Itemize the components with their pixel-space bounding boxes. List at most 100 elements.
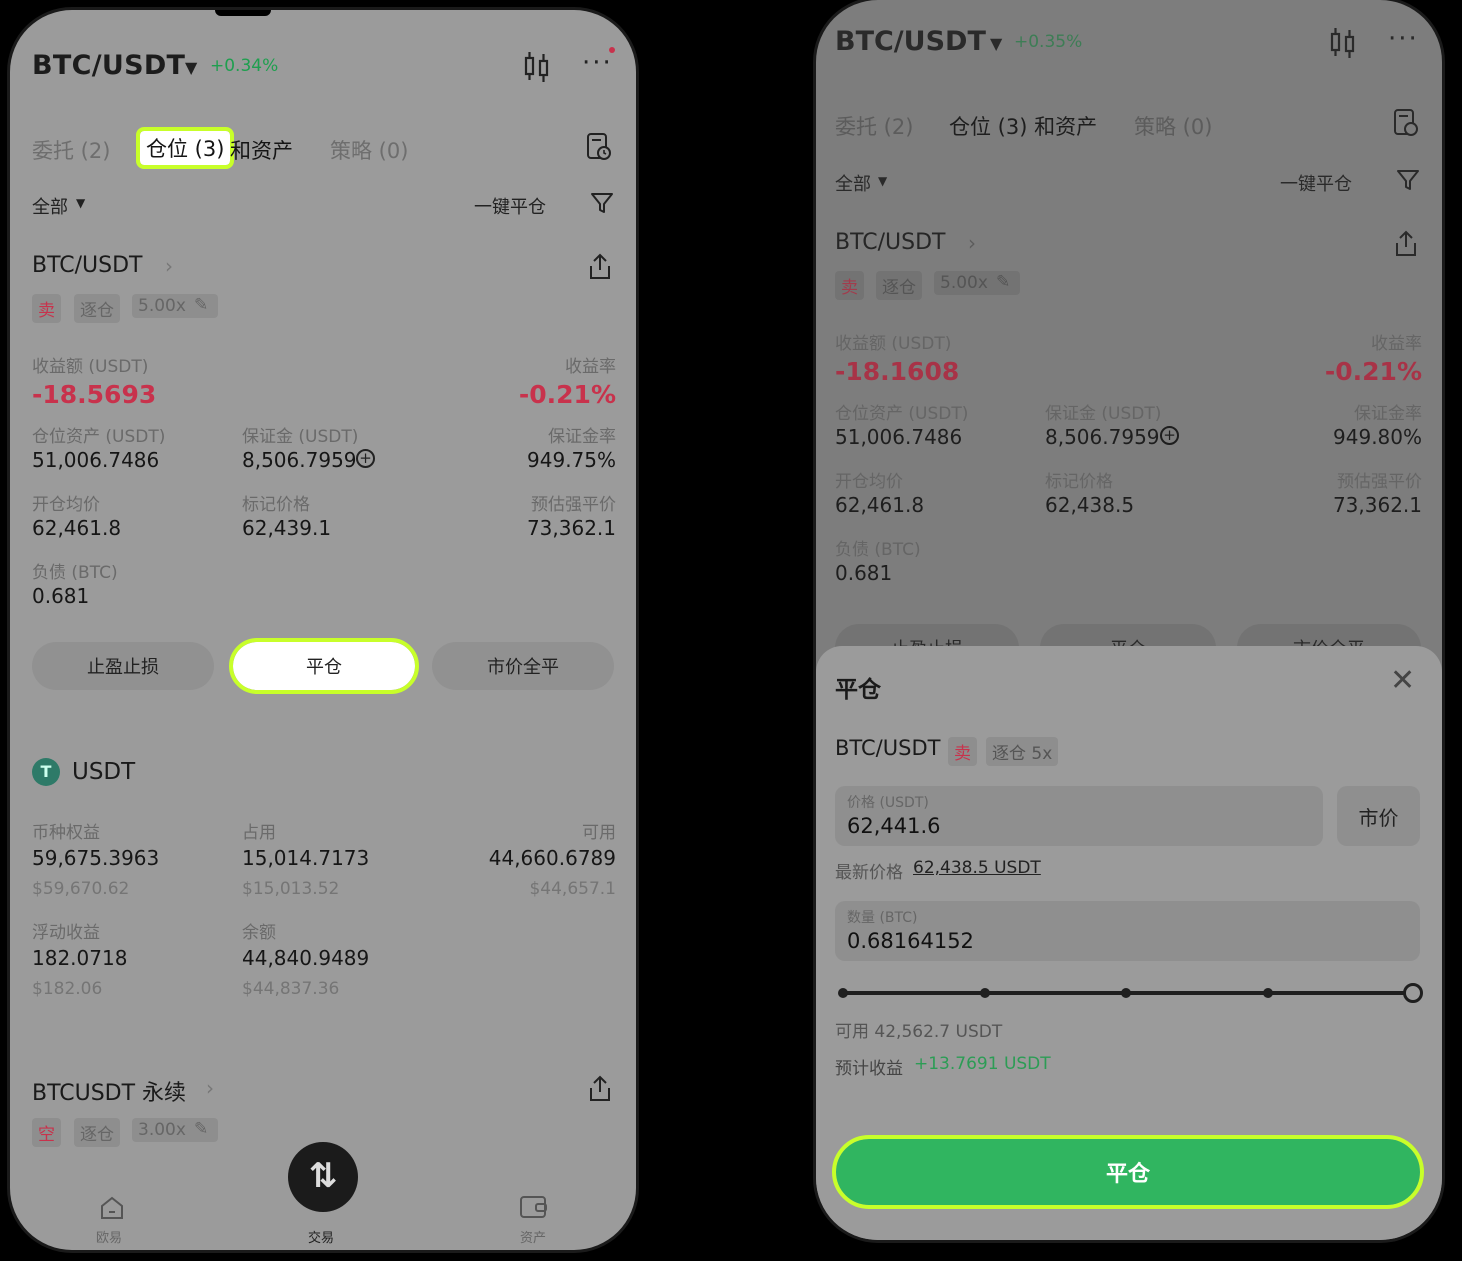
- mark-price-value: 62,439.1: [242, 516, 332, 540]
- edit-icon[interactable]: ✎: [194, 1119, 208, 1139]
- mark-price-value: 62,438.5: [1045, 493, 1135, 517]
- margin-value: 8,506.7959: [1045, 425, 1160, 449]
- share-icon[interactable]: [588, 253, 612, 281]
- filter-icon[interactable]: [1396, 168, 1420, 192]
- caret-down-icon[interactable]: ▼: [878, 174, 887, 188]
- nav-assets-label[interactable]: 资产: [520, 1227, 546, 1246]
- wallet-icon[interactable]: [518, 1192, 550, 1220]
- perp-side-tag: 空: [32, 1118, 61, 1147]
- quantity-input[interactable]: 数量 (BTC) 0.68164152: [835, 901, 1420, 961]
- history-icon[interactable]: [585, 132, 613, 162]
- tab-assets[interactable]: 和资产: [230, 135, 293, 165]
- tab-strategy[interactable]: 策略 (0): [330, 135, 408, 165]
- slider-step-50[interactable]: [1121, 988, 1131, 998]
- price-label: 价格 (USDT): [847, 795, 929, 811]
- chevron-right-icon[interactable]: ›: [968, 231, 976, 255]
- nav-home-label[interactable]: 欧易: [96, 1227, 122, 1246]
- close-icon[interactable]: ✕: [1390, 666, 1415, 696]
- notification-dot-icon: [609, 47, 615, 53]
- filter-all[interactable]: 全部: [32, 193, 68, 219]
- usdt-name[interactable]: USDT: [72, 759, 135, 785]
- share-icon[interactable]: [1394, 230, 1418, 258]
- tab-orders[interactable]: 委托 (2): [32, 135, 110, 165]
- margin-mode-tag: 逐仓: [876, 271, 922, 300]
- assets-value: 51,006.7486: [32, 448, 160, 472]
- balance-value: 44,840.9489: [242, 946, 370, 970]
- pnl-label: 收益额 (USDT): [835, 334, 952, 354]
- edit-icon[interactable]: ✎: [194, 295, 208, 315]
- slider-step-0[interactable]: [838, 988, 848, 998]
- chevron-right-icon[interactable]: ›: [206, 1076, 214, 1100]
- pair-title[interactable]: BTC/USDT: [835, 26, 986, 57]
- liq-price-value: 73,362.1: [1332, 493, 1422, 517]
- liq-price-label: 预估强平价: [1337, 472, 1422, 492]
- notch: [215, 10, 271, 16]
- share-icon[interactable]: [588, 1075, 612, 1103]
- tab-strategy[interactable]: 策略 (0): [1134, 111, 1212, 141]
- occupied-label: 占用: [242, 823, 276, 843]
- latest-price-label: 最新价格: [835, 863, 903, 883]
- occupied-usd: $15,013.52: [242, 879, 340, 899]
- slider-step-75[interactable]: [1263, 988, 1273, 998]
- filter-icon[interactable]: [590, 191, 614, 215]
- position-pair[interactable]: BTC/USDT: [32, 253, 142, 278]
- tab-positions[interactable]: 仓位 (3): [135, 127, 235, 169]
- close-all-button[interactable]: 一键平仓: [474, 193, 546, 219]
- tab-orders[interactable]: 委托 (2): [835, 111, 913, 141]
- caret-down-icon[interactable]: ▼: [76, 196, 85, 210]
- history-icon[interactable]: [1392, 108, 1420, 138]
- close-position-button[interactable]: 平仓: [229, 638, 419, 694]
- add-margin-icon[interactable]: +: [356, 449, 375, 468]
- candlestick-icon[interactable]: [522, 50, 552, 84]
- quantity-value[interactable]: 0.68164152: [847, 929, 974, 953]
- float-pnl-usd: $182.06: [32, 979, 103, 999]
- pair-title[interactable]: BTC/USDT: [32, 50, 185, 81]
- sheet-mode-tag: 逐仓 5x: [986, 737, 1059, 766]
- chevron-down-icon[interactable]: ▼: [185, 58, 197, 77]
- tpsl-button[interactable]: 止盈止损: [32, 642, 214, 690]
- debt-value: 0.681: [835, 561, 893, 585]
- available-value: 44,660.6789: [488, 846, 616, 870]
- debt-value: 0.681: [32, 584, 90, 608]
- pnl-value: -18.1608: [835, 357, 960, 386]
- position-pair[interactable]: BTC/USDT: [835, 230, 945, 255]
- market-close-button[interactable]: 市价全平: [432, 642, 614, 690]
- slider-step-25[interactable]: [980, 988, 990, 998]
- tab-positions-assets[interactable]: 仓位 (3) 和资产: [949, 111, 1097, 141]
- price-input[interactable]: 价格 (USDT) 62,441.6: [835, 786, 1323, 846]
- open-price-label: 开仓均价: [32, 495, 100, 515]
- debt-label: 负债 (BTC): [835, 540, 921, 560]
- side-tag: 卖: [835, 271, 864, 300]
- perp-pair[interactable]: BTCUSDT 永续: [32, 1075, 186, 1107]
- add-margin-icon[interactable]: +: [1160, 426, 1179, 445]
- confirm-close-button[interactable]: 平仓: [832, 1135, 1424, 1209]
- side-tag: 卖: [32, 294, 61, 323]
- nav-trade-label[interactable]: 交易: [308, 1227, 334, 1246]
- float-pnl-label: 浮动收益: [32, 923, 100, 943]
- float-pnl-value: 182.0718: [32, 946, 128, 970]
- filter-all[interactable]: 全部: [835, 170, 871, 196]
- est-profit-value: +13.7691 USDT: [914, 1054, 1051, 1074]
- more-icon[interactable]: ···: [582, 48, 613, 78]
- more-icon[interactable]: ···: [1388, 24, 1419, 54]
- slider-thumb[interactable]: [1403, 983, 1423, 1003]
- close-all-button[interactable]: 一键平仓: [1280, 170, 1352, 196]
- price-value[interactable]: 62,441.6: [847, 814, 941, 838]
- sheet-title: 平仓: [835, 677, 881, 703]
- occupied-value: 15,014.7173: [242, 846, 370, 870]
- chevron-right-icon[interactable]: ›: [165, 254, 173, 278]
- home-icon[interactable]: [98, 1194, 126, 1220]
- margin-rate-label: 保证金率: [548, 427, 616, 447]
- market-price-button[interactable]: 市价: [1337, 786, 1420, 846]
- candlestick-icon[interactable]: [1328, 26, 1358, 60]
- trade-swap-icon[interactable]: ⇅: [288, 1142, 358, 1212]
- latest-price-value[interactable]: 62,438.5 USDT: [913, 858, 1041, 878]
- roi-label: 收益率: [1371, 334, 1422, 354]
- chevron-down-icon[interactable]: ▼: [990, 34, 1002, 53]
- balance-usd: $44,837.36: [242, 979, 340, 999]
- edit-icon[interactable]: ✎: [996, 272, 1010, 292]
- est-profit-label: 预计收益: [835, 1059, 903, 1079]
- available-text: 可用 42,562.7 USDT: [835, 1022, 1003, 1042]
- quantity-slider[interactable]: [838, 980, 1423, 1006]
- pnl-value: -18.5693: [32, 380, 157, 409]
